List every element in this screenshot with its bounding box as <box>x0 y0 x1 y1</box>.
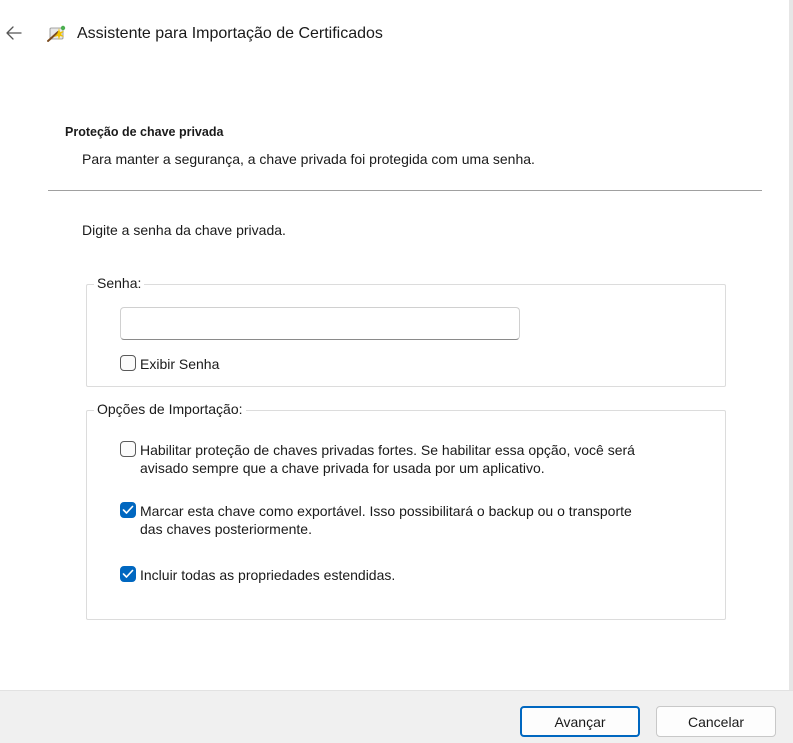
strong-protection-label-line2: avisado sempre que a chave privada for u… <box>140 460 545 476</box>
strong-protection-checkbox[interactable] <box>120 441 136 457</box>
password-input[interactable] <box>120 307 520 340</box>
next-button[interactable]: Avançar <box>520 706 640 737</box>
cancel-button[interactable]: Cancelar <box>656 706 776 737</box>
password-prompt: Digite a senha da chave privada. <box>82 222 286 238</box>
exportable-checkbox[interactable] <box>120 502 136 518</box>
wizard-title: Assistente para Importação de Certificad… <box>77 25 383 42</box>
back-arrow-icon[interactable] <box>4 22 24 44</box>
exportable-option[interactable]: Marcar esta chave como exportável. Isso … <box>120 502 632 538</box>
window-edge <box>789 0 793 690</box>
extended-properties-label: Incluir todas as propriedades estendidas… <box>140 567 396 583</box>
checkmark-icon <box>122 569 134 578</box>
wizard-footer: Avançar Cancelar <box>0 690 793 743</box>
extended-properties-option[interactable]: Incluir todas as propriedades estendidas… <box>120 566 395 584</box>
strong-protection-label: Habilitar proteção de chaves privadas fo… <box>140 441 635 477</box>
checkmark-icon <box>122 505 134 514</box>
show-password-checkbox[interactable] <box>120 355 136 371</box>
strong-protection-option[interactable]: Habilitar proteção de chaves privadas fo… <box>120 441 635 477</box>
certificate-wizard-icon <box>46 24 68 44</box>
exportable-label-line2: das chaves posteriormente. <box>140 521 312 537</box>
header-divider <box>48 190 762 191</box>
exportable-label: Marcar esta chave como exportável. Isso … <box>140 502 632 538</box>
extended-properties-checkbox[interactable] <box>120 566 136 582</box>
exportable-label-line1: Marcar esta chave como exportável. Isso … <box>140 503 632 519</box>
import-options-label: Opções de Importação: <box>94 401 246 417</box>
wizard-header: Assistente para Importação de Certificad… <box>0 0 793 68</box>
show-password-label: Exibir Senha <box>140 356 220 372</box>
section-title: Proteção de chave privada <box>65 125 224 139</box>
password-group-label: Senha: <box>94 275 145 291</box>
strong-protection-label-line1: Habilitar proteção de chaves privadas fo… <box>140 442 635 458</box>
show-password-row[interactable]: Exibir Senha <box>120 355 219 373</box>
section-subtitle: Para manter a segurança, a chave privada… <box>82 151 535 167</box>
certificate-import-wizard: Assistente para Importação de Certificad… <box>0 0 793 743</box>
